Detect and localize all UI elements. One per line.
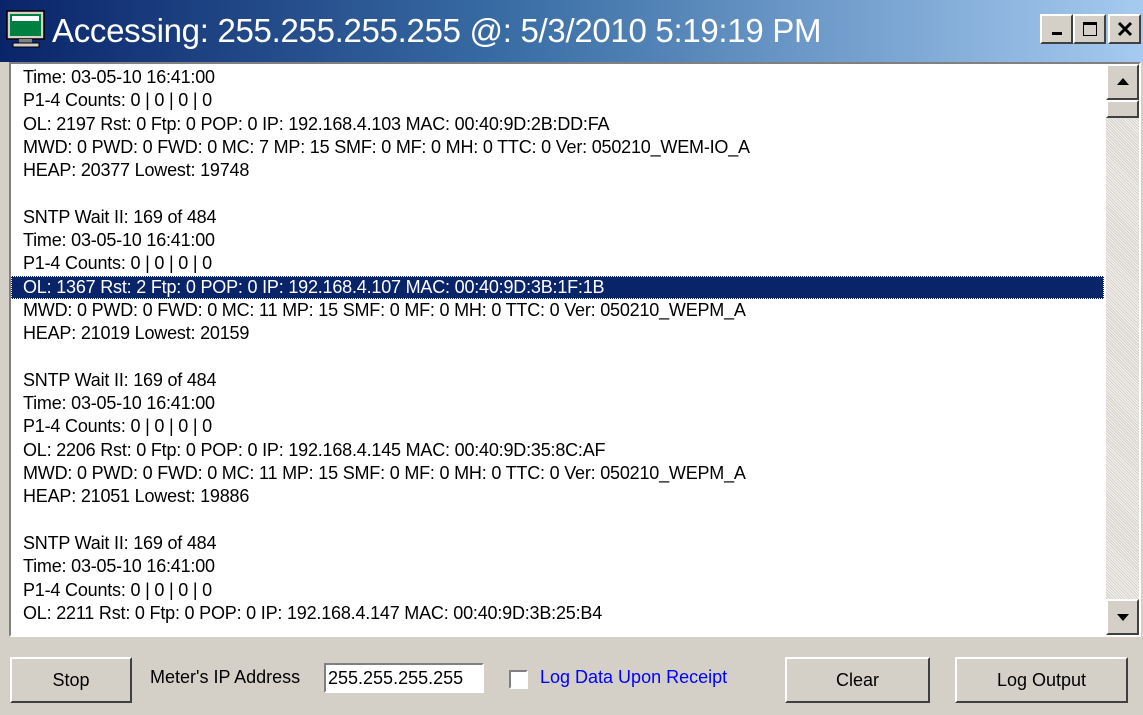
log-line[interactable]: OL: 2197 Rst: 0 Ftp: 0 POP: 0 IP: 192.16… bbox=[11, 113, 1104, 136]
log-line[interactable]: MWD: 0 PWD: 0 FWD: 0 MC: 7 MP: 15 SMF: 0… bbox=[11, 136, 1104, 159]
stop-button[interactable]: Stop bbox=[10, 657, 132, 703]
arrow-up-icon bbox=[1116, 78, 1129, 85]
title-bar[interactable]: Accessing: 255.255.255.255 @: 5/3/2010 5… bbox=[0, 0, 1143, 62]
log-line[interactable]: Time: 03-05-10 16:41:00 bbox=[11, 66, 1104, 89]
log-line[interactable]: P1-4 Counts: 0 | 0 | 0 | 0 bbox=[11, 415, 1104, 438]
scroll-down-button[interactable] bbox=[1106, 599, 1139, 635]
log-line[interactable]: Time: 03-05-10 16:41:00 bbox=[11, 555, 1104, 578]
log-line[interactable]: HEAP: 20377 Lowest: 19748 bbox=[11, 159, 1104, 182]
log-lines: Time: 03-05-10 16:41:00 P1-4 Counts: 0 | … bbox=[11, 66, 1104, 625]
log-line[interactable]: P1-4 Counts: 0 | 0 | 0 | 0 bbox=[11, 579, 1104, 602]
log-data-checkbox[interactable] bbox=[509, 670, 528, 689]
arrow-down-icon bbox=[1116, 614, 1129, 621]
log-line[interactable]: OL: 2206 Rst: 0 Ftp: 0 POP: 0 IP: 192.16… bbox=[11, 439, 1104, 462]
log-line[interactable]: SNTP Wait II: 169 of 484 bbox=[11, 369, 1104, 392]
clear-button[interactable]: Clear bbox=[785, 657, 930, 703]
maximize-icon bbox=[1082, 22, 1097, 36]
log-output-button[interactable]: Log Output bbox=[955, 657, 1128, 703]
log-line[interactable]: MWD: 0 PWD: 0 FWD: 0 MC: 11 MP: 15 SMF: … bbox=[11, 462, 1104, 485]
log-line[interactable]: P1-4 Counts: 0 | 0 | 0 | 0 bbox=[11, 89, 1104, 112]
log-listbox[interactable]: Time: 03-05-10 16:41:00 P1-4 Counts: 0 | … bbox=[9, 62, 1141, 637]
log-line[interactable] bbox=[11, 346, 1104, 369]
log-data-checkbox-label[interactable]: Log Data Upon Receipt bbox=[540, 667, 727, 688]
log-line[interactable]: OL: 2211 Rst: 0 Ftp: 0 POP: 0 IP: 192.16… bbox=[11, 602, 1104, 625]
scroll-up-button[interactable] bbox=[1106, 64, 1139, 100]
scroll-thumb[interactable] bbox=[1106, 100, 1139, 118]
vertical-scrollbar[interactable] bbox=[1106, 64, 1139, 635]
log-line-selected[interactable]: OL: 1367 Rst: 2 Ftp: 0 POP: 0 IP: 192.16… bbox=[11, 275, 1104, 299]
main-window: Accessing: 255.255.255.255 @: 5/3/2010 5… bbox=[0, 0, 1143, 715]
monitor-icon bbox=[6, 10, 45, 48]
minimize-button[interactable] bbox=[1040, 14, 1073, 44]
ip-address-label: Meter's IP Address bbox=[150, 667, 301, 687]
close-button[interactable] bbox=[1108, 14, 1141, 44]
log-line[interactable] bbox=[11, 182, 1104, 205]
log-line[interactable]: Time: 03-05-10 16:41:00 bbox=[11, 229, 1104, 252]
close-icon bbox=[1117, 21, 1132, 37]
log-line[interactable]: MWD: 0 PWD: 0 FWD: 0 MC: 11 MP: 15 SMF: … bbox=[11, 299, 1104, 322]
log-line[interactable]: HEAP: 21019 Lowest: 20159 bbox=[11, 322, 1104, 345]
log-line[interactable]: SNTP Wait II: 169 of 484 bbox=[11, 206, 1104, 229]
maximize-button[interactable] bbox=[1073, 14, 1106, 44]
minimize-icon bbox=[1051, 32, 1062, 35]
window-title: Accessing: 255.255.255.255 @: 5/3/2010 5… bbox=[52, 12, 822, 49]
ip-address-input[interactable] bbox=[324, 663, 484, 693]
log-line[interactable]: SNTP Wait II: 169 of 484 bbox=[11, 532, 1104, 555]
log-line[interactable]: Time: 03-05-10 16:41:00 bbox=[11, 392, 1104, 415]
log-line[interactable] bbox=[11, 509, 1104, 532]
log-line[interactable]: P1-4 Counts: 0 | 0 | 0 | 0 bbox=[11, 252, 1104, 275]
log-line[interactable]: HEAP: 21051 Lowest: 19886 bbox=[11, 485, 1104, 508]
